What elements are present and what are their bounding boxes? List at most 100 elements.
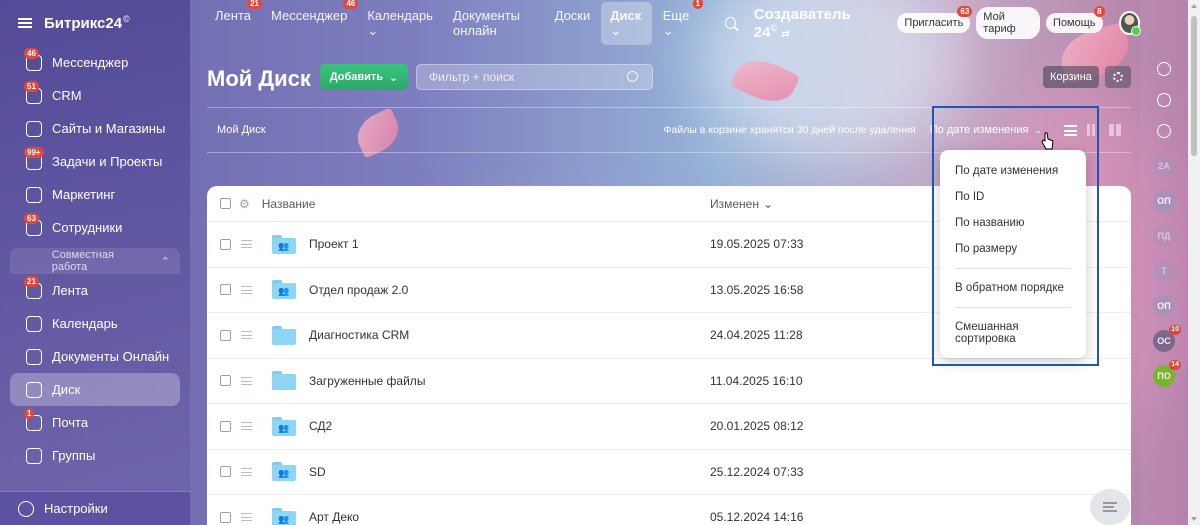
breadcrumb[interactable]: Мой Диск [207, 124, 266, 136]
notification-badge: 46 [343, 0, 359, 9]
company-brand[interactable]: Создаватель 24© ⇄ [754, 6, 874, 41]
settings-button[interactable] [1105, 66, 1131, 88]
table-row[interactable]: 👥 СД2 20.01.2025 08:12 [207, 404, 1131, 450]
top-tab-label: Еще ⌄ [662, 7, 690, 38]
add-button[interactable]: Добавить ⌄ [320, 64, 408, 90]
group-icon [26, 447, 42, 464]
sidebar-item[interactable]: Группы [10, 439, 180, 472]
contact-avatar[interactable]: 2А [1153, 155, 1175, 177]
table-row[interactable]: 👥 SD 25.12.2024 07:33 [207, 450, 1131, 495]
top-tab[interactable]: Календарь ⌄ [358, 2, 442, 45]
drag-handle-icon[interactable] [241, 240, 252, 249]
user-avatar[interactable] [1118, 11, 1142, 36]
top-tab[interactable]: Мессенджер 46 [262, 0, 359, 45]
row-checkbox[interactable] [220, 284, 231, 296]
sidebar-item[interactable]: 46 Мессенджер [10, 46, 180, 79]
drag-handle-icon[interactable] [241, 513, 252, 522]
drag-handle-icon[interactable] [241, 376, 252, 385]
file-name[interactable]: SD [309, 465, 326, 479]
drag-handle-icon[interactable] [241, 285, 252, 294]
shared-folder-icon: 👥 [272, 507, 296, 525]
top-tab[interactable]: Еще ⌄ 1 [654, 0, 704, 45]
pulse-icon[interactable] [1157, 93, 1171, 107]
select-all-checkbox[interactable] [220, 198, 231, 209]
sidebar-item[interactable]: 99+ Задачи и Проекты [10, 145, 180, 178]
my-tariff-button[interactable]: Мой тариф [976, 7, 1041, 39]
drag-handle-icon[interactable] [241, 467, 252, 476]
row-checkbox[interactable] [220, 466, 231, 478]
file-name[interactable]: Загруженные файлы [309, 374, 425, 388]
notification-badge: 21 [24, 276, 39, 287]
help-button[interactable]: Помощь 8 [1046, 6, 1105, 33]
notification-badge: 46 [24, 48, 39, 59]
contact-avatar[interactable]: ПД [1153, 225, 1175, 247]
page-scrollbar[interactable] [1188, 0, 1200, 525]
contact-avatar[interactable]: ОП [1153, 190, 1175, 212]
file-name[interactable]: Проект 1 [309, 237, 359, 251]
column-settings-icon[interactable]: ⚙ [239, 197, 250, 211]
top-tab[interactable]: Доски [546, 2, 600, 45]
file-modified-date: 05.12.2024 14:16 [710, 510, 804, 525]
sidebar-group-menu: 21 Лента Календарь Документы Онлайн Диск 1 Поч… [0, 274, 190, 472]
folder-icon [272, 325, 296, 345]
scroll-down-arrow[interactable] [1191, 517, 1197, 521]
sidebar-item[interactable]: 21 Лента [10, 274, 180, 307]
contact-avatar[interactable]: ПО 14 [1153, 360, 1181, 387]
file-name[interactable]: Отдел продаж 2.0 [309, 283, 408, 297]
sidebar-group-header[interactable]: Совместная работа ⌃ [10, 248, 180, 274]
filter-search-input[interactable]: Фильтр + поиск [416, 64, 653, 90]
sidebar-item[interactable]: 51 CRM [10, 79, 180, 112]
shared-people-icon: 👥 [278, 513, 289, 524]
contact-avatar[interactable]: ОС 10 [1153, 325, 1181, 352]
sidebar-settings[interactable]: Настройки [0, 491, 190, 525]
sidebar-item-label: Сайты и Магазины [52, 121, 166, 136]
bell-icon[interactable] [1157, 62, 1171, 76]
top-tab[interactable]: Диск ⌄ [601, 1, 652, 45]
contact-avatar[interactable]: ОП [1153, 295, 1175, 317]
chat-bubble-icon[interactable] [1157, 124, 1171, 138]
shared-people-icon: 👥 [278, 286, 289, 297]
settings-label: Настройки [44, 501, 108, 516]
file-name[interactable]: Арт Деко [309, 510, 359, 524]
column-modified[interactable]: Изменен ⌄ [710, 197, 773, 211]
sidebar-item[interactable]: Документы Онлайн [10, 340, 180, 373]
trash-button[interactable]: Корзина [1043, 66, 1099, 88]
scroll-up-arrow[interactable] [1191, 4, 1197, 8]
logo[interactable]: Битрикс24© [44, 14, 130, 32]
file-modified-date: 19.05.2025 07:33 [710, 237, 804, 252]
sidebar-item[interactable]: 1 Почта [10, 406, 180, 439]
rail-avatars: 2А ОП ПД Т ОП ОС 10 ПО 14 [1153, 155, 1181, 387]
search-icon[interactable] [725, 17, 736, 29]
top-tab-label: Доски [554, 7, 591, 23]
notification-badge: 63 [24, 213, 39, 224]
table-row[interactable]: 👥 Арт Деко 05.12.2024 14:16 [207, 495, 1131, 525]
sidebar-item[interactable]: Диск [10, 373, 180, 406]
scroll-thumb[interactable] [1191, 16, 1197, 156]
row-checkbox[interactable] [220, 238, 231, 250]
sidebar-item[interactable]: Маркетинг [10, 178, 180, 211]
row-checkbox[interactable] [220, 420, 231, 432]
sidebar-item[interactable]: Календарь [10, 307, 180, 340]
row-checkbox[interactable] [220, 375, 231, 387]
file-name[interactable]: Диагностика CRM [309, 328, 409, 342]
drag-handle-icon[interactable] [241, 422, 252, 431]
top-tab[interactable]: Лента 21 [206, 0, 262, 45]
filter-placeholder: Фильтр + поиск [429, 70, 515, 84]
sidebar-item[interactable]: 63 Сотрудники [10, 211, 180, 244]
tile-view-icon[interactable] [1109, 124, 1121, 136]
chat-float-button[interactable] [1090, 489, 1130, 525]
contact-avatar[interactable]: Т [1153, 260, 1175, 282]
gear-icon [18, 500, 34, 517]
file-name[interactable]: СД2 [309, 419, 332, 433]
swap-icon: ⇄ [781, 28, 790, 40]
sidebar-item[interactable]: Сайты и Магазины [10, 112, 180, 145]
top-tab[interactable]: Документы онлайн [444, 2, 544, 45]
invite-button[interactable]: Пригласить 63 [897, 6, 973, 33]
avatar-initials: 2А [1158, 161, 1170, 171]
drag-handle-icon[interactable] [241, 331, 252, 340]
cart-icon [26, 120, 42, 137]
row-checkbox[interactable] [220, 329, 231, 341]
menu-icon[interactable] [18, 18, 32, 28]
column-name[interactable]: Название [262, 197, 316, 211]
row-checkbox[interactable] [220, 511, 231, 523]
